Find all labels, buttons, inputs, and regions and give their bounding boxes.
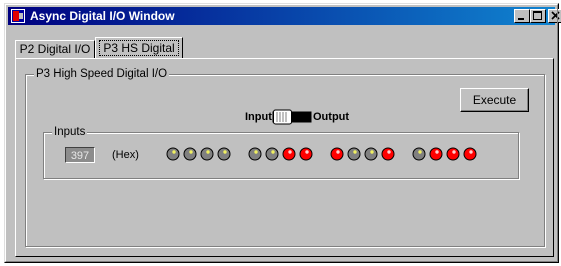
input-led-11 <box>381 147 395 161</box>
input-led-1 <box>183 147 197 161</box>
input-led-3 <box>217 147 231 161</box>
inputs-group: Inputs 397 (Hex) <box>43 125 519 179</box>
switch-input-label: Input <box>245 111 272 123</box>
input-led-14 <box>446 147 460 161</box>
input-led-12 <box>412 147 426 161</box>
maximize-icon <box>533 11 542 20</box>
input-led-5 <box>265 147 279 161</box>
hex-value-display: 397 <box>65 147 95 163</box>
close-icon <box>551 11 560 20</box>
input-led-9 <box>347 147 361 161</box>
hex-unit-label: (Hex) <box>112 149 139 161</box>
input-led-8 <box>330 147 344 161</box>
close-button[interactable] <box>548 9 561 23</box>
tab-p3-hs-digital[interactable]: P3 HS Digital <box>95 37 183 59</box>
execute-label: Execute <box>472 93 517 107</box>
tab-label: P3 HS Digital <box>99 40 179 56</box>
high-speed-digital-io-group: P3 High Speed Digital I/O Execute Input … <box>25 67 545 247</box>
inputs-group-title: Inputs <box>52 125 88 139</box>
tab-p2-digital-io[interactable]: P2 Digital I/O <box>15 40 95 59</box>
input-led-15 <box>463 147 477 161</box>
async-digital-io-window: Async Digital I/O Window P2 Digital I/O … <box>4 3 561 263</box>
input-led-2 <box>200 147 214 161</box>
input-output-toggle-switch[interactable] <box>272 109 312 125</box>
execute-button[interactable]: Execute <box>460 88 529 112</box>
app-icon <box>11 9 25 23</box>
window-title: Async Digital I/O Window <box>30 9 175 23</box>
switch-output-label: Output <box>313 111 350 123</box>
input-led-7 <box>299 147 313 161</box>
minimize-icon <box>518 18 524 20</box>
minimize-button[interactable] <box>514 9 530 23</box>
input-led-0 <box>166 147 180 161</box>
input-led-10 <box>364 147 378 161</box>
maximize-button[interactable] <box>530 9 546 23</box>
title-bar[interactable]: Async Digital I/O Window <box>8 7 561 25</box>
input-led-6 <box>282 147 296 161</box>
input-led-13 <box>429 147 443 161</box>
input-led-4 <box>248 147 262 161</box>
tab-panel: P3 High Speed Digital I/O Execute Input … <box>15 58 554 257</box>
group-title: P3 High Speed Digital I/O <box>34 67 170 81</box>
tab-label: P2 Digital I/O <box>19 42 91 56</box>
